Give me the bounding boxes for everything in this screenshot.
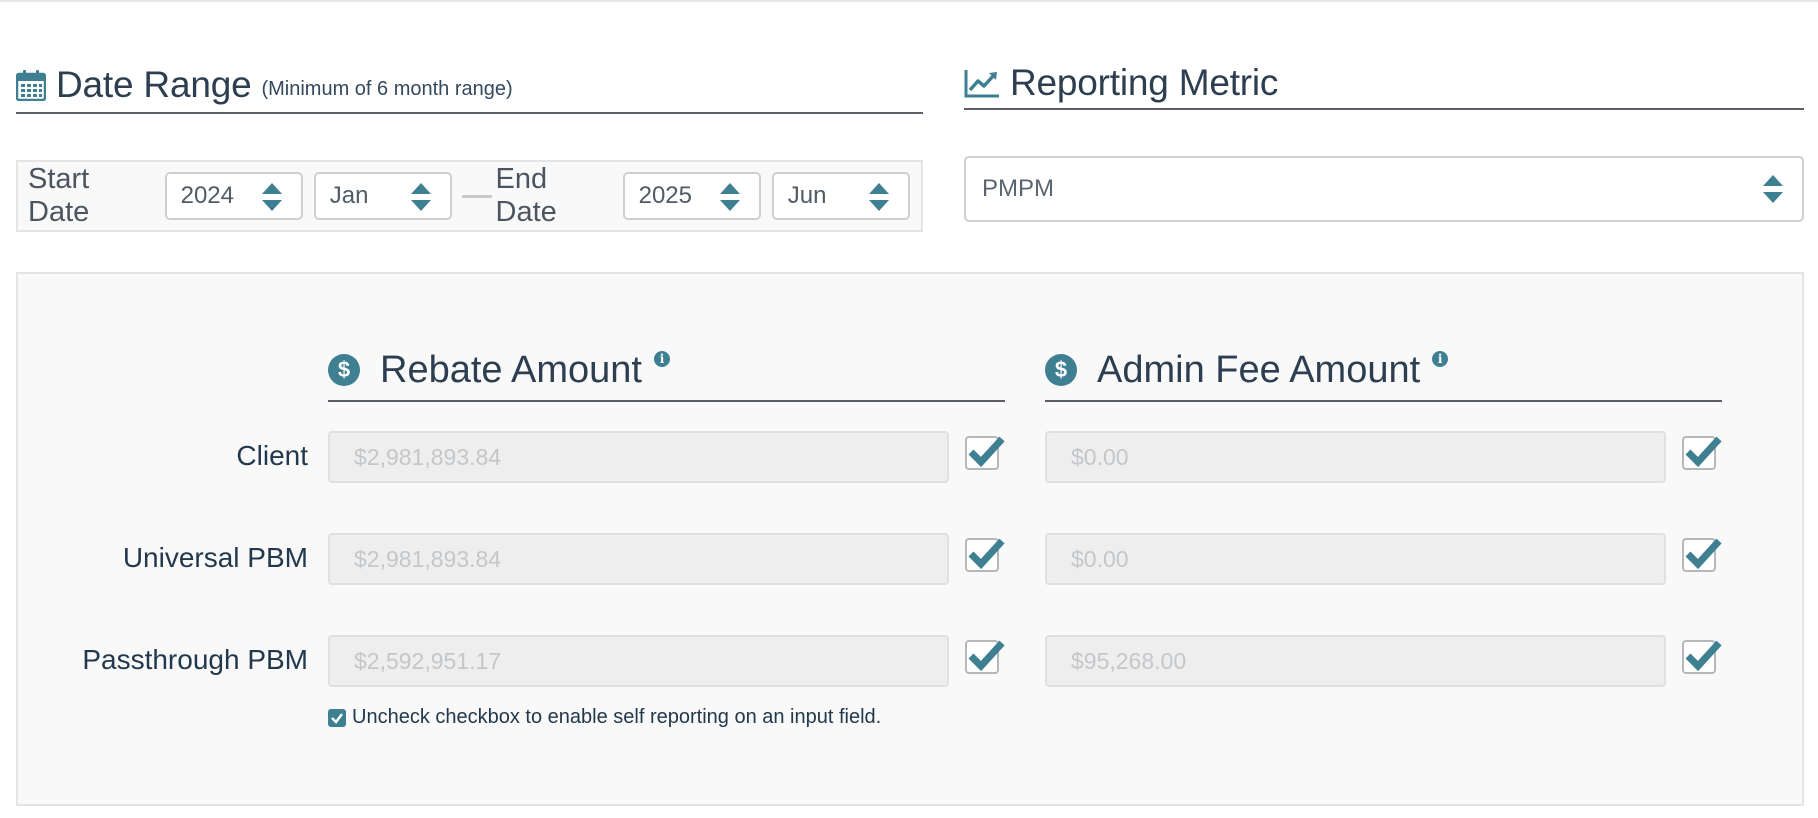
checkmark-icon [968,538,1005,570]
select-arrows-icon [868,183,889,211]
rebate-passthrough-pbm-checkbox[interactable] [965,640,1005,674]
row-label-client: Client [236,440,308,471]
info-icon[interactable]: i [653,351,670,367]
rebate-universal-pbm-checkbox[interactable] [965,538,1005,572]
checkmark-icon [1685,436,1722,468]
admin-fee-universal-pbm-input[interactable]: $0.00 [1045,533,1666,585]
admin-fee-amount-title: Admin Fee Amount [1097,348,1421,391]
dollar-icon: $ [328,354,360,386]
checkmark-icon [968,640,1005,672]
row-label-passthrough-pbm: Passthrough PBM [82,644,308,675]
date-range-header: Date Range (Minimum of 6 month range) [16,64,923,114]
start-date-label: Start Date [28,163,90,228]
start-month-select[interactable]: Jan [313,172,452,220]
reporting-metric-section: Reporting Metric PMPM [964,62,1804,222]
end-month-select[interactable]: Jun [771,172,910,220]
end-date-label: End Date [495,163,557,228]
select-arrows-icon [261,183,282,211]
date-range-section: Date Range (Minimum of 6 month range) St… [16,64,923,232]
checkmark-icon [1685,640,1722,672]
rebate-client-input[interactable]: $2,981,893.84 [328,431,949,483]
select-arrows-icon [1763,175,1783,203]
start-year-select[interactable]: 2024 [164,172,303,220]
end-year-select[interactable]: 2025 [622,172,761,220]
admin-fee-passthrough-pbm-checkbox[interactable] [1682,640,1722,674]
end-year-value: 2025 [638,182,692,209]
reporting-metric-value: PMPM [982,175,1054,202]
admin-fee-universal-pbm-checkbox[interactable] [1682,538,1722,572]
admin-fee-client-checkbox[interactable] [1682,436,1722,470]
rebate-universal-pbm-input[interactable]: $2,981,893.84 [328,533,949,585]
admin-fee-client-input[interactable]: $0.00 [1045,431,1666,483]
checked-box-icon [328,708,346,727]
end-month-value: Jun [787,182,827,209]
row-label-universal-pbm: Universal PBM [122,542,308,573]
admin-fee-passthrough-pbm-input[interactable]: $95,268.00 [1045,635,1666,687]
start-year-value: 2024 [180,182,234,209]
select-arrows-icon [719,183,740,211]
rebate-client-checkbox[interactable] [965,436,1005,470]
date-range-title: Date Range [56,64,252,105]
rebate-amount-header: $ Rebate Amount i [328,340,1005,402]
checkmark-icon [1685,538,1722,570]
self-reporting-note-text: Uncheck checkbox to enable self reportin… [352,706,882,728]
top-divider [0,0,1818,2]
admin-fee-amount-header: $ Admin Fee Amount i [1045,340,1722,402]
range-separator [461,194,492,198]
rebate-passthrough-pbm-input[interactable]: $2,592,951.17 [328,635,949,687]
self-reporting-note: Uncheck checkbox to enable self reportin… [328,706,881,729]
calendar-icon [16,68,46,102]
date-range-controls: Start Date 2024 Jan End Date 2025 Jun [16,160,923,232]
select-arrows-icon [410,183,431,211]
reporting-metric-header: Reporting Metric [964,62,1804,110]
amounts-panel: $ Rebate Amount i $ Admin Fee Amount i C… [16,272,1804,806]
rebate-amount-title: Rebate Amount [380,348,642,391]
info-icon[interactable]: i [1432,351,1449,367]
line-chart-icon [964,66,1000,100]
reporting-metric-select[interactable]: PMPM [964,156,1804,222]
dollar-icon: $ [1045,354,1077,386]
date-range-subtitle: (Minimum of 6 month range) [261,77,513,100]
checkmark-icon [968,436,1005,468]
start-month-value: Jan [329,182,369,209]
reporting-metric-title: Reporting Metric [1010,62,1279,103]
